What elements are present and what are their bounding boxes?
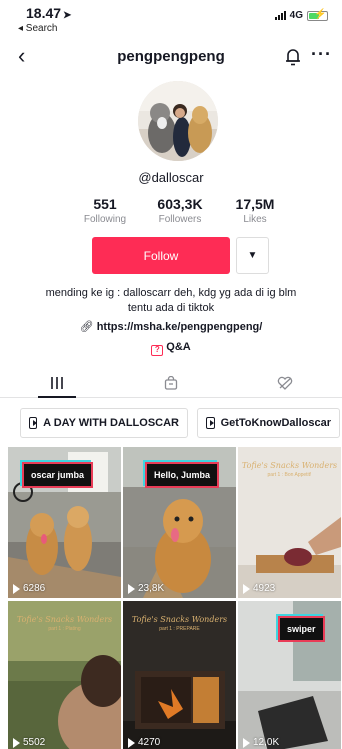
watermark-subtitle: part 1 : PREPARE (159, 626, 200, 632)
battery-icon: ⚡ (307, 9, 328, 21)
avatar (138, 81, 218, 161)
view-count: 5502 (13, 737, 45, 748)
qa-label: Q&A (166, 341, 191, 353)
view-count: 23,8K (128, 583, 164, 594)
question-icon: ? (151, 345, 164, 356)
watermark-subtitle: part 1 : Plating (48, 626, 81, 632)
tab-liked[interactable] (228, 368, 342, 397)
view-count-text: 6286 (23, 583, 46, 594)
play-icon (128, 737, 135, 748)
time-text: 18.47 (26, 5, 62, 21)
stat-value: 17,5M (235, 196, 275, 212)
video-thumbnail[interactable]: Tofie's Snacks Wonders part 1 : Plating … (8, 601, 121, 749)
stat-likes: 17,5M Likes (220, 196, 290, 225)
avatar-image (138, 81, 218, 161)
watermark-title: Tofie's Snacks Wonders (241, 461, 338, 470)
view-count-text: 4270 (138, 737, 161, 748)
qa-button[interactable]: ? Q&A (0, 341, 342, 356)
video-grid: oscar jumba 6286 Hello, Jumba 23,8K Tofi… (8, 447, 342, 749)
video-thumbnail[interactable]: Hello, Jumba 23,8K (123, 447, 236, 598)
view-count: 6286 (13, 583, 45, 594)
playlist-label: GetToKnowDalloscar (220, 417, 331, 429)
video-caption: Hello, Jumba (145, 462, 220, 488)
signal-icon (274, 11, 286, 20)
playlist-icon (206, 417, 215, 429)
view-count-text: 4923 (253, 583, 276, 594)
profile-stats: 551 Following 603,3K Followers 17,5M Lik… (70, 196, 290, 225)
follow-button[interactable]: Follow (92, 237, 230, 274)
stat-label: Followers (158, 214, 202, 225)
stat-value: 551 (93, 196, 117, 212)
playlists: A DAY WITH DALLOSCAR GetToKnowDalloscar (20, 408, 340, 438)
profile-header: ‹ pengpengpeng ··· (0, 44, 342, 72)
playlist-button[interactable]: A DAY WITH DALLOSCAR (20, 408, 188, 438)
status-bar: 18.47 ➤ ◂ Search 4G ⚡ (0, 0, 342, 40)
stat-followers[interactable]: 603,3K Followers (145, 196, 215, 225)
view-count-text: 12,0K (253, 737, 280, 748)
video-caption: oscar jumba (22, 462, 94, 488)
view-count: 12,0K (243, 737, 279, 748)
status-indicators: 4G ⚡ (274, 9, 328, 21)
location-arrow-icon: ➤ (63, 10, 72, 21)
status-time: 18.47 ➤ (26, 5, 71, 21)
watermark-title: Tofie's Snacks Wonders (16, 615, 113, 624)
view-count-text: 23,8K (138, 583, 165, 594)
stat-value: 603,3K (157, 196, 203, 212)
playlist-label: A DAY WITH DALLOSCAR (43, 417, 179, 429)
video-caption: swiper (278, 616, 325, 642)
watermark-subtitle: part 1 : Bon Appetit! (267, 472, 312, 478)
view-count: 4923 (243, 583, 275, 594)
view-count: 4270 (128, 737, 160, 748)
link-icon: 🔗︎ (79, 321, 94, 333)
video-thumbnail[interactable]: Tofie's Snacks Wonders part 1 : PREPARE … (123, 601, 236, 749)
profile-tabs (0, 368, 342, 398)
caret-down-icon: ▼ (247, 250, 258, 261)
playlist-button[interactable]: GetToKnowDalloscar (197, 408, 340, 438)
playlist-icon (29, 417, 38, 429)
shopping-bag-icon (164, 375, 178, 390)
stat-label: Following (83, 214, 127, 225)
stat-following[interactable]: 551 Following (70, 196, 140, 225)
more-options-icon[interactable]: ··· (311, 44, 332, 65)
video-thumbnail[interactable]: swiper 12,0K (238, 601, 341, 749)
bio-line: tentu ada di tiktok (127, 302, 215, 314)
video-thumbnail[interactable]: Tofie's Snacks Wonders part 1 : Bon Appe… (238, 447, 341, 598)
tab-videos[interactable] (0, 368, 114, 398)
suggested-accounts-button[interactable]: ▼ (236, 237, 269, 274)
play-icon (243, 737, 250, 748)
bio-line: mending ke ig : dalloscarr deh, kdg yg a… (45, 287, 297, 299)
play-icon (13, 737, 20, 748)
stat-label: Likes (243, 214, 267, 225)
play-icon (243, 583, 250, 594)
play-icon (128, 583, 135, 594)
view-count-text: 5502 (23, 737, 46, 748)
tab-shop[interactable] (114, 368, 228, 397)
back-to-search-link[interactable]: ◂ Search (18, 23, 57, 34)
bio: mending ke ig : dalloscarr deh, kdg yg a… (0, 286, 342, 316)
grid-icon (51, 376, 63, 389)
network-label: 4G (289, 10, 303, 21)
bio-link[interactable]: 🔗︎ https://msha.ke/pengpengpeng/ (0, 320, 342, 333)
play-icon (13, 583, 20, 594)
hidden-heart-icon (277, 376, 293, 390)
watermark-title: Tofie's Snacks Wonders (131, 615, 228, 624)
bio-link-text: https://msha.ke/pengpengpeng/ (96, 321, 263, 333)
video-thumbnail[interactable]: oscar jumba 6286 (8, 447, 121, 598)
username-handle: @dalloscar (138, 170, 204, 185)
bell-icon[interactable] (284, 47, 302, 67)
